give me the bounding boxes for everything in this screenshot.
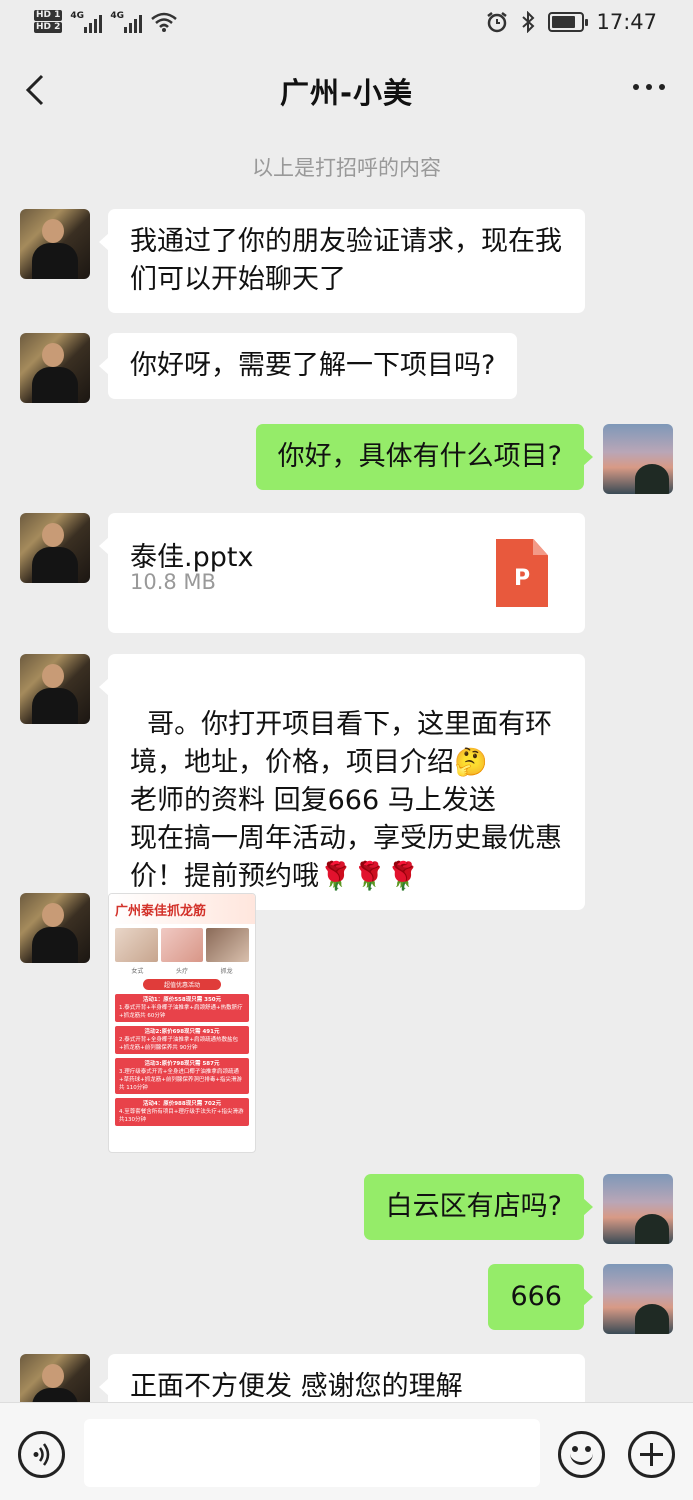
poster-offer: 活动4：原价988现只需 702元 4.至尊套餐含所有项目+理疗级手法头疗+指尖… <box>115 1098 249 1126</box>
contact-avatar[interactable] <box>20 209 90 279</box>
message-text: 正面不方便发 感谢您的理解 <box>130 1371 463 1402</box>
poster-banner: 超值优惠活动 <box>143 979 221 990</box>
message-text: 你好呀，需要了解一下项目吗? <box>130 350 496 381</box>
message-bubble-sent[interactable]: 666 <box>488 1264 593 1330</box>
alarm-icon <box>487 12 508 33</box>
offer-title: 活动4：原价988现只需 702元 <box>142 1101 222 1107</box>
chat-title: 广州-小美 <box>279 76 414 110</box>
message-text: 哥。你打开项目看下，这里面有环境，地址，价格，项目介绍🤔 老师的资料 回复666… <box>130 709 562 892</box>
network-type-1: 4G <box>70 11 85 21</box>
poster-offer: 活动2:原价698现只需 491元 2.泰式开背+全身椰子油推拿+肩颈疏通热敷盐… <box>115 1026 249 1054</box>
more-button[interactable] <box>633 84 665 90</box>
file-name: 泰佳.pptx <box>130 542 254 573</box>
poster-label: 抓龙 <box>220 968 233 975</box>
voice-button[interactable] <box>18 1431 65 1478</box>
message-bubble-received[interactable]: 哥。你打开项目看下，这里面有环境，地址，价格，项目介绍🤔 老师的资料 回复666… <box>99 654 585 910</box>
battery-fill <box>552 16 575 28</box>
hd1-label: HD 1 <box>34 10 63 21</box>
my-avatar[interactable] <box>603 1174 673 1244</box>
message-bubble-received[interactable]: 你好呀，需要了解一下项目吗? <box>98 333 518 399</box>
more-icon-dot <box>633 84 639 90</box>
poster-offer: 活动3:原价798现只需 587元 3.理疗级泰式开背+全身进口椰子油推拿肩颈疏… <box>115 1058 249 1094</box>
more-icon-dot <box>646 84 652 90</box>
system-message: 以上是打招呼的内容 <box>252 156 441 180</box>
poster-labels: 女式 头疗 抓龙 <box>109 966 255 975</box>
message-bubble-sent[interactable]: 白云区有店吗? <box>363 1174 594 1240</box>
message-bubble-sent[interactable]: 你好，具体有什么项目? <box>255 424 594 490</box>
network-type-2: 4G <box>110 11 125 21</box>
poster-label: 女式 <box>131 968 144 975</box>
file-size: 10.8 MB <box>130 570 216 594</box>
more-icon-dot <box>659 84 665 90</box>
status-time: 17:47 <box>596 10 657 34</box>
contact-avatar[interactable] <box>20 654 90 724</box>
battery-icon <box>548 12 589 32</box>
offer-title: 活动3:原价798现只需 587元 <box>144 1061 220 1067</box>
contact-avatar[interactable] <box>20 893 90 963</box>
more-functions-button[interactable] <box>628 1431 675 1478</box>
signal-icon-2: 4G <box>110 11 143 33</box>
my-avatar[interactable] <box>603 1264 673 1334</box>
bluetooth-icon <box>522 11 535 33</box>
poster-title: 广州泰佳抓龙筋 <box>109 894 255 924</box>
offer-body: 3.理疗级泰式开背+全身进口椰子油推拿肩颈疏通+草药球+抓龙筋+前列腺保养洞巴排… <box>119 1069 242 1091</box>
contact-avatar[interactable] <box>20 333 90 403</box>
poster-label: 头疗 <box>175 968 188 975</box>
chat-input-bar <box>0 1402 693 1500</box>
message-text: 666 <box>510 1281 562 1312</box>
voice-icon <box>33 1443 50 1466</box>
image-message-poster[interactable]: 广州泰佳抓龙筋 女式 头疗 抓龙 超值优惠活动 活动1：原价558现只需 350… <box>108 893 256 1153</box>
offer-title: 活动2:原价698现只需 491元 <box>144 1029 220 1035</box>
hd-indicator: HD 1 HD 2 <box>34 10 63 34</box>
hd2-label: HD 2 <box>34 22 63 33</box>
wifi-icon <box>151 12 178 32</box>
smiley-icon <box>570 1451 593 1465</box>
signal-icon: 4G <box>70 11 103 33</box>
message-text: 你好，具体有什么项目? <box>277 441 562 472</box>
pptx-file-icon: P <box>496 539 548 607</box>
offer-body: 1.泰式开背+半身椰子油推拿+肩颈舒通+热敷脐疗+抓龙筋共 60分钟 <box>119 1005 243 1019</box>
emoji-button[interactable] <box>558 1431 605 1478</box>
offer-body: 2.泰式开背+全身椰子油推拿+肩颈疏通热敷盐包+抓龙筋+前列腺保养共 90分钟 <box>119 1037 238 1051</box>
status-bar: HD 1 HD 2 4G 4G 17:47 <box>0 0 693 48</box>
message-text: 白云区有店吗? <box>385 1191 562 1222</box>
contact-avatar[interactable] <box>20 513 90 583</box>
offer-body: 4.至尊套餐含所有项目+理疗级手法头疗+指尖滑游 共130分钟 <box>119 1109 244 1123</box>
poster-offer: 活动1：原价558现只需 350元 1.泰式开背+半身椰子油推拿+肩颈舒通+热敷… <box>115 994 249 1022</box>
poster-photos <box>109 924 255 966</box>
message-input[interactable] <box>84 1419 540 1487</box>
chat-header: 广州-小美 <box>0 48 693 132</box>
offer-title: 活动1：原价558现只需 350元 <box>142 997 222 1003</box>
my-avatar[interactable] <box>603 424 673 494</box>
message-text: 我通过了你的朋友验证请求，现在我们可以开始聊天了 <box>130 226 562 295</box>
message-bubble-received[interactable]: 我通过了你的朋友验证请求，现在我们可以开始聊天了 <box>99 209 585 313</box>
file-message-card[interactable]: 泰佳.pptx 10.8 MB P <box>99 513 585 633</box>
